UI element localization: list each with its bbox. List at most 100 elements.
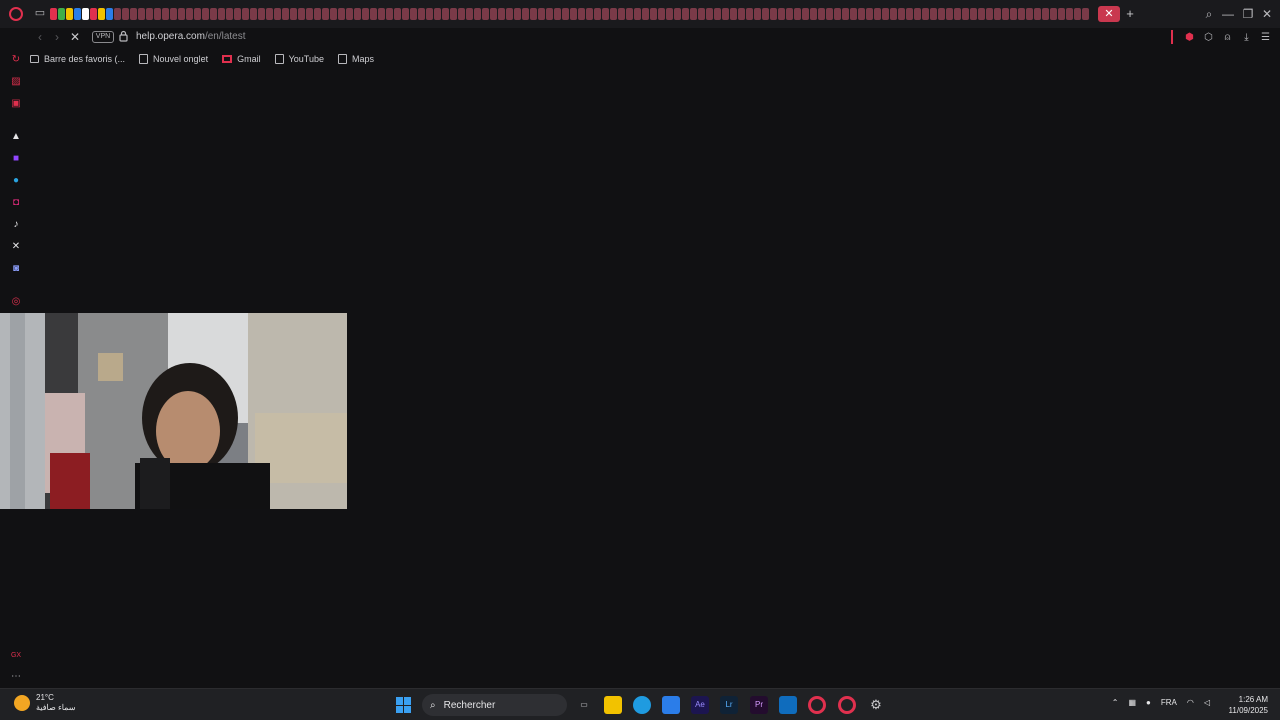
browser-tab[interactable] (562, 8, 569, 20)
messenger-icon[interactable]: ▣ (9, 97, 23, 111)
browser-tab[interactable] (378, 8, 385, 20)
browser-tab[interactable] (714, 8, 721, 20)
browser-tab[interactable] (522, 8, 529, 20)
browser-tab[interactable] (570, 8, 577, 20)
browser-tab[interactable] (130, 8, 137, 20)
edge-icon[interactable] (633, 696, 651, 714)
browser-tab[interactable] (506, 8, 513, 20)
file-explorer-icon[interactable] (604, 696, 622, 714)
settings-icon[interactable]: ⚙ (867, 696, 885, 714)
browser-tab[interactable] (770, 8, 777, 20)
browser-tab[interactable] (834, 8, 841, 20)
history-icon[interactable]: ↻ (9, 53, 23, 67)
search-tabs-icon[interactable]: ⌕ (1201, 6, 1217, 22)
browser-tab[interactable] (778, 8, 785, 20)
browser-tab[interactable] (482, 8, 489, 20)
browser-tab[interactable] (1026, 8, 1033, 20)
browser-tab[interactable] (418, 8, 425, 20)
browser-tab[interactable] (858, 8, 865, 20)
browser-tab[interactable] (978, 8, 985, 20)
browser-tab[interactable] (826, 8, 833, 20)
browser-tab[interactable] (402, 8, 409, 20)
browser-tab[interactable] (50, 8, 57, 20)
browser-tab[interactable] (674, 8, 681, 20)
browser-tab[interactable] (994, 8, 1001, 20)
taskbar-search[interactable]: ⌕ Rechercher (422, 694, 567, 716)
browser-tab[interactable] (370, 8, 377, 20)
browser-tab[interactable] (66, 8, 73, 20)
browser-tab[interactable] (666, 8, 673, 20)
browser-tab[interactable] (794, 8, 801, 20)
opera-icon[interactable] (808, 696, 826, 714)
browser-tab[interactable] (642, 8, 649, 20)
easy-setup-icon[interactable]: ☰ (1259, 31, 1272, 44)
browser-tab[interactable] (802, 8, 809, 20)
browser-tab[interactable] (250, 8, 257, 20)
aria-icon[interactable]: ▲ (9, 130, 23, 144)
browser-tab[interactable] (658, 8, 665, 20)
browser-tab[interactable] (578, 8, 585, 20)
browser-tab[interactable] (698, 8, 705, 20)
browser-tab[interactable] (474, 8, 481, 20)
browser-tab[interactable] (178, 8, 185, 20)
discord-icon[interactable]: ◙ (9, 262, 23, 276)
chevron-up-icon[interactable]: ⌃ (1112, 698, 1119, 707)
browser-tab[interactable] (362, 8, 369, 20)
browser-tab[interactable] (410, 8, 417, 20)
browser-tab[interactable] (650, 8, 657, 20)
x-icon[interactable]: ✕ (9, 240, 23, 254)
browser-tab[interactable] (202, 8, 209, 20)
browser-tab[interactable] (498, 8, 505, 20)
telegram-icon[interactable]: ● (9, 174, 23, 188)
browser-tab[interactable] (154, 8, 161, 20)
browser-tab[interactable] (986, 8, 993, 20)
browser-tab[interactable] (450, 8, 457, 20)
browser-tab[interactable] (218, 8, 225, 20)
notification-icon[interactable]: ▦ (1128, 698, 1136, 707)
browser-tab[interactable] (906, 8, 913, 20)
browser-tab[interactable] (722, 8, 729, 20)
browser-tab[interactable] (866, 8, 873, 20)
browser-tab[interactable] (226, 8, 233, 20)
browser-tab[interactable] (106, 8, 113, 20)
browser-tab[interactable] (1066, 8, 1073, 20)
browser-tab[interactable] (602, 8, 609, 20)
browser-tab[interactable] (314, 8, 321, 20)
browser-tab[interactable] (706, 8, 713, 20)
task-view-icon[interactable]: ▭ (575, 696, 593, 714)
browser-tab[interactable] (1050, 8, 1057, 20)
language-indicator[interactable]: FRA (1161, 698, 1177, 707)
browser-tab[interactable] (1018, 8, 1025, 20)
tiktok-icon[interactable]: ♪ (9, 218, 23, 232)
browser-tab[interactable] (162, 8, 169, 20)
browser-tab[interactable] (690, 8, 697, 20)
browser-tab[interactable] (210, 8, 217, 20)
browser-tab[interactable] (586, 8, 593, 20)
browser-tab[interactable] (330, 8, 337, 20)
bookmark-maps[interactable]: Maps (337, 54, 374, 64)
browser-tab[interactable] (386, 8, 393, 20)
outlook-icon[interactable] (779, 696, 797, 714)
browser-tab[interactable] (338, 8, 345, 20)
browser-tab[interactable] (234, 8, 241, 20)
browser-tab[interactable] (322, 8, 329, 20)
opera-menu-icon[interactable] (9, 7, 23, 21)
browser-tab[interactable] (426, 8, 433, 20)
browser-tab[interactable] (850, 8, 857, 20)
browser-tab[interactable] (458, 8, 465, 20)
browser-tab[interactable] (962, 8, 969, 20)
lock-icon[interactable] (119, 30, 128, 42)
browser-tab[interactable] (74, 8, 81, 20)
twitch-icon[interactable]: ■ (9, 152, 23, 166)
browser-tab[interactable] (682, 8, 689, 20)
browser-tab[interactable] (466, 8, 473, 20)
browser-tab[interactable] (818, 8, 825, 20)
bookmark-favorites-bar[interactable]: Barre des favoris (... (30, 54, 125, 64)
browser-tab[interactable] (1074, 8, 1081, 20)
browser-tab[interactable] (290, 8, 297, 20)
browser-tab[interactable] (954, 8, 961, 20)
browser-tab[interactable] (1042, 8, 1049, 20)
new-tab-button[interactable]: + (1123, 6, 1137, 22)
browser-tab[interactable] (810, 8, 817, 20)
browser-tab[interactable] (194, 8, 201, 20)
